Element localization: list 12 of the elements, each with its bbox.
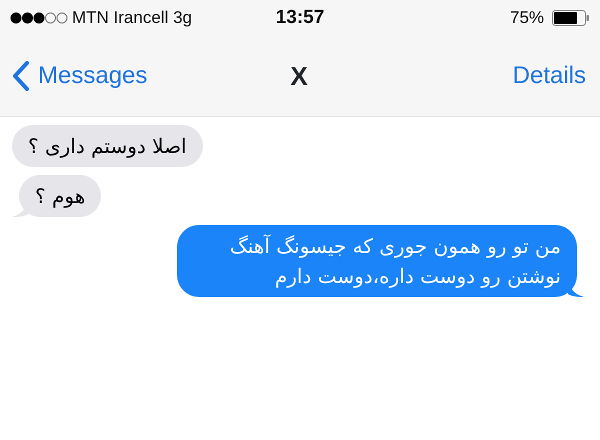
battery-percent: 75%	[510, 7, 544, 30]
clock-time: 13:57	[276, 6, 324, 30]
message-bubble: هوم ؟	[19, 175, 102, 217]
carrier-name: MTN Irancell 3g	[72, 7, 192, 30]
back-button[interactable]: Messages	[12, 58, 148, 94]
battery-icon	[552, 10, 590, 26]
message-bubble: من تو رو همون جوری که جیسونگ آهنگ نوشتن رو دوست داره،دوست دارم	[177, 225, 577, 297]
details-button[interactable]: Details	[512, 58, 586, 94]
message-bubble: اصلا دوستم داری ؟	[12, 125, 203, 167]
signal-icon	[10, 12, 68, 24]
conversation-title: X	[290, 60, 308, 92]
chevron-left-icon	[12, 60, 30, 92]
